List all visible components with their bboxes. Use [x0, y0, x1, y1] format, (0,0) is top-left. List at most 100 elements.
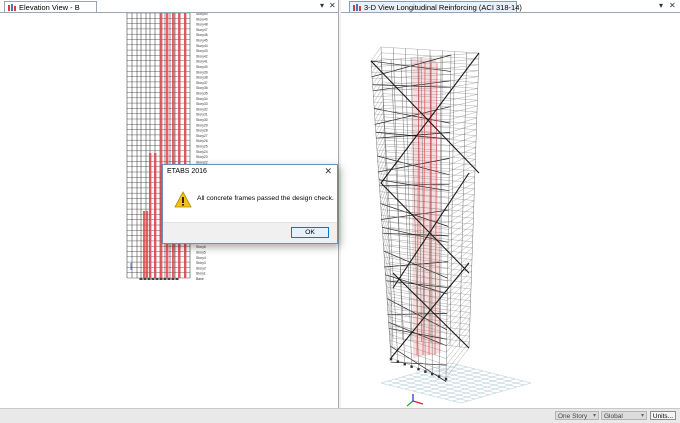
story-label: Story6	[196, 245, 206, 249]
support-marker	[147, 278, 151, 280]
story-label: Story34	[196, 97, 208, 101]
chevron-down-icon: ▾	[640, 413, 644, 419]
grid-line	[460, 382, 532, 404]
ok-button[interactable]: OK	[291, 227, 329, 238]
story-label: Story45	[196, 39, 208, 43]
column-line	[405, 48, 413, 341]
story-label: Story39	[196, 70, 208, 74]
story-label: Story35	[196, 92, 208, 96]
close-icon[interactable]: ✕	[329, 1, 336, 10]
story-label: Story33	[196, 102, 208, 106]
axis-x	[412, 400, 424, 405]
story-label: Story31	[196, 113, 208, 117]
story-label: Story4	[196, 256, 206, 260]
axis-y	[406, 400, 414, 407]
story-label: Story24	[196, 150, 208, 154]
support-marker	[444, 378, 448, 381]
story-label: Story1	[196, 272, 206, 276]
grid-line	[436, 376, 508, 398]
dialog-title: ETABS 2016	[167, 168, 207, 175]
support-marker	[139, 278, 143, 280]
story-label: Story3	[196, 261, 206, 265]
story-label: Story42	[196, 54, 208, 58]
dropdown-arrow-icon[interactable]: ▾	[659, 1, 663, 10]
story-label: Story38	[196, 76, 208, 80]
story-label: Story50	[196, 13, 208, 16]
story-select[interactable]: One Story ▾	[555, 411, 599, 420]
support-marker	[163, 278, 167, 280]
story-label: Story2	[196, 266, 206, 270]
coordinate-system-value: Global	[604, 413, 623, 420]
message-dialog: ETABS 2016 ✕ All concrete frames passed …	[162, 164, 338, 244]
support-marker	[437, 375, 441, 378]
warning-icon	[174, 191, 192, 208]
support-marker	[151, 278, 155, 280]
3d-canvas[interactable]	[341, 13, 680, 408]
grid-line	[443, 364, 525, 386]
column-bar	[154, 153, 157, 278]
status-bar: One Story ▾ Global ▾ Units...	[0, 408, 680, 423]
units-button[interactable]: Units...	[650, 411, 676, 420]
story-label: Story37	[196, 81, 208, 85]
3d-view-title: 3-D View Longitudinal Reinforcing (ACI 3…	[364, 3, 522, 12]
story-label: Story47	[196, 28, 208, 32]
close-icon[interactable]: ✕	[324, 166, 332, 177]
etabs-view-icon	[353, 4, 361, 11]
grid-line	[452, 380, 524, 402]
story-label: Story41	[196, 60, 208, 64]
support-marker	[171, 278, 175, 280]
support-marker	[159, 278, 163, 280]
story-label: Story49	[196, 17, 208, 21]
story-label: Story40	[196, 65, 208, 69]
column-line	[459, 52, 467, 347]
story-label: Story5	[196, 251, 206, 255]
tower-frame	[370, 46, 480, 382]
grid-line	[450, 362, 532, 384]
support-marker	[403, 363, 406, 366]
column-bar	[143, 211, 146, 278]
support-marker	[431, 373, 434, 376]
story-label: Story27	[196, 134, 208, 138]
story-label: Story26	[196, 139, 208, 143]
support-marker	[396, 360, 400, 363]
coordinate-system-select[interactable]: Global ▾	[601, 411, 647, 420]
story-label: Story43	[196, 49, 208, 53]
grid-line	[420, 372, 492, 394]
chevron-down-icon: ▾	[592, 413, 596, 419]
story-label: Base	[196, 277, 204, 281]
elevation-view-title: Elevation View - B	[19, 3, 80, 12]
support-marker	[424, 370, 427, 373]
support-marker	[175, 278, 179, 280]
support-marker	[143, 278, 147, 280]
story-label: Story29	[196, 123, 208, 127]
dialog-body: All concrete frames passed the design ch…	[163, 179, 337, 223]
support-marker	[167, 278, 171, 280]
support-marker	[410, 365, 413, 368]
story-label: Story23	[196, 155, 208, 159]
close-icon[interactable]: ✕	[669, 1, 676, 10]
grid-line	[428, 374, 500, 396]
support-marker	[417, 368, 420, 371]
column-line	[468, 52, 480, 349]
story-label: Story30	[196, 118, 208, 122]
story-label: Story46	[196, 33, 208, 37]
dialog-footer: OK	[163, 222, 337, 243]
story-label: Story36	[196, 86, 208, 90]
story-label: Story25	[196, 145, 208, 149]
column-line	[380, 60, 399, 361]
grid-line	[436, 366, 518, 388]
support-marker	[389, 358, 393, 361]
etabs-view-icon	[8, 4, 16, 11]
3d-tower-drawing	[370, 46, 532, 407]
story-label: Story32	[196, 107, 208, 111]
column-bar	[146, 211, 149, 278]
ground-grid	[380, 362, 532, 404]
dropdown-arrow-icon[interactable]: ▾	[320, 1, 324, 10]
dialog-message: All concrete frames passed the design ch…	[197, 195, 334, 202]
story-label: Story44	[196, 44, 208, 48]
3d-view-pane[interactable]: 3-D View Longitudinal Reinforcing (ACI 3…	[341, 0, 680, 408]
support-marker	[155, 278, 159, 280]
grid-line	[444, 378, 516, 400]
story-label: Story28	[196, 129, 208, 133]
story-label: Story48	[196, 23, 208, 27]
